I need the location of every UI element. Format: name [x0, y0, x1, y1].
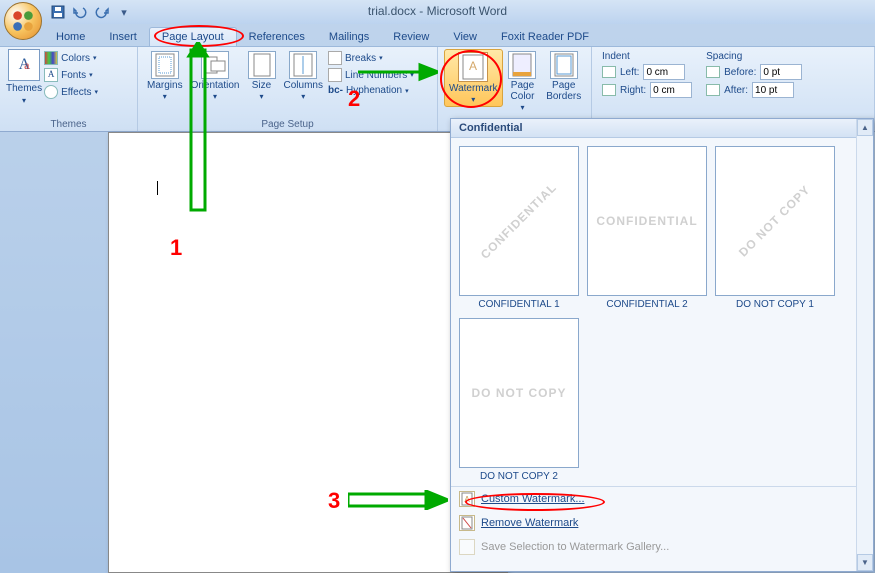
breaks-icon	[328, 51, 342, 65]
hyphenation-button[interactable]: bc‑Hyphenation▾	[328, 85, 414, 96]
columns-button[interactable]: Columns▾	[281, 49, 326, 103]
undo-icon[interactable]	[72, 4, 88, 20]
themes-dropdown-icon[interactable]: ▾	[22, 96, 26, 105]
spacing-after-input[interactable]	[752, 82, 794, 98]
watermark-option-confidential-2[interactable]: CONFIDENTIAL CONFIDENTIAL 2	[587, 146, 707, 310]
themes-button-label: Themes	[6, 83, 42, 94]
orientation-button[interactable]: Orientation▾	[188, 49, 243, 103]
orientation-icon	[201, 51, 229, 79]
ribbon-tabs: Home Insert Page Layout References Maili…	[0, 24, 875, 46]
themes-icon[interactable]: Aa	[8, 49, 40, 81]
remove-watermark-icon	[459, 515, 475, 531]
quick-access-toolbar: ▾	[44, 2, 138, 22]
custom-watermark-button[interactable]: ACustom Watermark...	[451, 487, 873, 511]
group-themes: Aa Themes ▾ Colors▾ AFonts▾ Effects▾ The…	[0, 47, 138, 131]
watermark-icon: A	[458, 52, 488, 82]
page-setup-group-label: Page Setup	[144, 118, 431, 130]
spacing-before-label: Before:	[724, 67, 756, 78]
line-numbers-button[interactable]: Line Numbers▾	[328, 68, 414, 82]
qat-customize-icon[interactable]: ▾	[116, 4, 132, 20]
indent-right-label: Right:	[620, 85, 646, 96]
spacing-header: Spacing	[706, 51, 802, 62]
size-icon	[248, 51, 276, 79]
redo-icon[interactable]	[94, 4, 110, 20]
spacing-before-icon	[706, 66, 720, 78]
colors-icon	[44, 51, 58, 65]
indent-header: Indent	[602, 51, 692, 62]
columns-icon	[289, 51, 317, 79]
line-numbers-icon	[328, 68, 342, 82]
save-gallery-icon	[459, 539, 475, 555]
tab-view[interactable]: View	[441, 28, 489, 46]
indent-left-label: Left:	[620, 67, 639, 78]
tab-mailings[interactable]: Mailings	[317, 28, 381, 46]
office-logo-icon	[10, 8, 36, 34]
margins-button[interactable]: Margins▾	[144, 49, 186, 103]
indent-right-input[interactable]	[650, 82, 692, 98]
window-title: trial.docx - Microsoft Word	[368, 4, 507, 18]
watermark-menu: ACustom Watermark... Remove Watermark Sa…	[451, 486, 873, 559]
page-color-button[interactable]: Page Color▾	[505, 49, 541, 114]
themes-group-label: Themes	[6, 118, 131, 130]
fonts-icon: A	[44, 68, 58, 82]
remove-watermark-button[interactable]: Remove Watermark	[451, 511, 873, 535]
save-to-gallery-button: Save Selection to Watermark Gallery...	[451, 535, 873, 559]
tab-foxit[interactable]: Foxit Reader PDF	[489, 28, 601, 46]
tab-references[interactable]: References	[237, 28, 317, 46]
scroll-up-icon[interactable]: ▲	[857, 119, 873, 136]
theme-effects-button[interactable]: Effects▾	[44, 85, 98, 99]
page-borders-icon	[550, 51, 578, 79]
save-icon[interactable]	[50, 4, 66, 20]
watermark-gallery-header: Confidential	[451, 119, 873, 138]
page-color-icon	[508, 51, 536, 79]
spacing-after-icon	[706, 84, 720, 96]
svg-text:A: A	[464, 495, 470, 504]
scroll-down-icon[interactable]: ▼	[857, 554, 873, 571]
document-page[interactable]	[108, 132, 508, 573]
text-cursor	[157, 181, 158, 195]
indent-left-input[interactable]	[643, 64, 685, 80]
margins-icon	[151, 51, 179, 79]
theme-colors-button[interactable]: Colors▾	[44, 51, 98, 65]
watermark-button[interactable]: AWatermark▾	[444, 49, 503, 107]
theme-fonts-button[interactable]: AFonts▾	[44, 68, 98, 82]
watermark-gallery-grid: CONFIDENTIAL CONFIDENTIAL 1 CONFIDENTIAL…	[451, 138, 873, 486]
tab-page-layout[interactable]: Page Layout	[149, 27, 237, 46]
spacing-after-label: After:	[724, 85, 748, 96]
custom-watermark-icon: A	[459, 491, 475, 507]
watermark-option-confidential-1[interactable]: CONFIDENTIAL CONFIDENTIAL 1	[459, 146, 579, 310]
indent-left-icon	[602, 66, 616, 78]
page-borders-button[interactable]: Page Borders	[542, 49, 585, 104]
effects-icon	[44, 85, 58, 99]
office-button[interactable]	[4, 2, 42, 40]
watermark-scrollbar[interactable]: ▲ ▼	[856, 119, 873, 571]
title-bar: ▾ trial.docx - Microsoft Word	[0, 0, 875, 24]
watermark-gallery-panel: Confidential CONFIDENTIAL CONFIDENTIAL 1…	[450, 118, 874, 572]
breaks-button[interactable]: Breaks▾	[328, 51, 414, 65]
watermark-option-donotcopy-1[interactable]: DO NOT COPY DO NOT COPY 1	[715, 146, 835, 310]
tab-insert[interactable]: Insert	[97, 28, 149, 46]
watermark-option-donotcopy-2[interactable]: DO NOT COPY DO NOT COPY 2	[459, 318, 579, 482]
hyphenation-icon: bc‑	[328, 85, 343, 96]
tab-review[interactable]: Review	[381, 28, 441, 46]
svg-text:A: A	[469, 59, 477, 73]
tab-home[interactable]: Home	[44, 28, 97, 46]
size-button[interactable]: Size▾	[245, 49, 279, 103]
indent-right-icon	[602, 84, 616, 96]
group-page-setup: Margins▾ Orientation▾ Size▾ Columns▾ Bre…	[138, 47, 438, 131]
spacing-before-input[interactable]	[760, 64, 802, 80]
